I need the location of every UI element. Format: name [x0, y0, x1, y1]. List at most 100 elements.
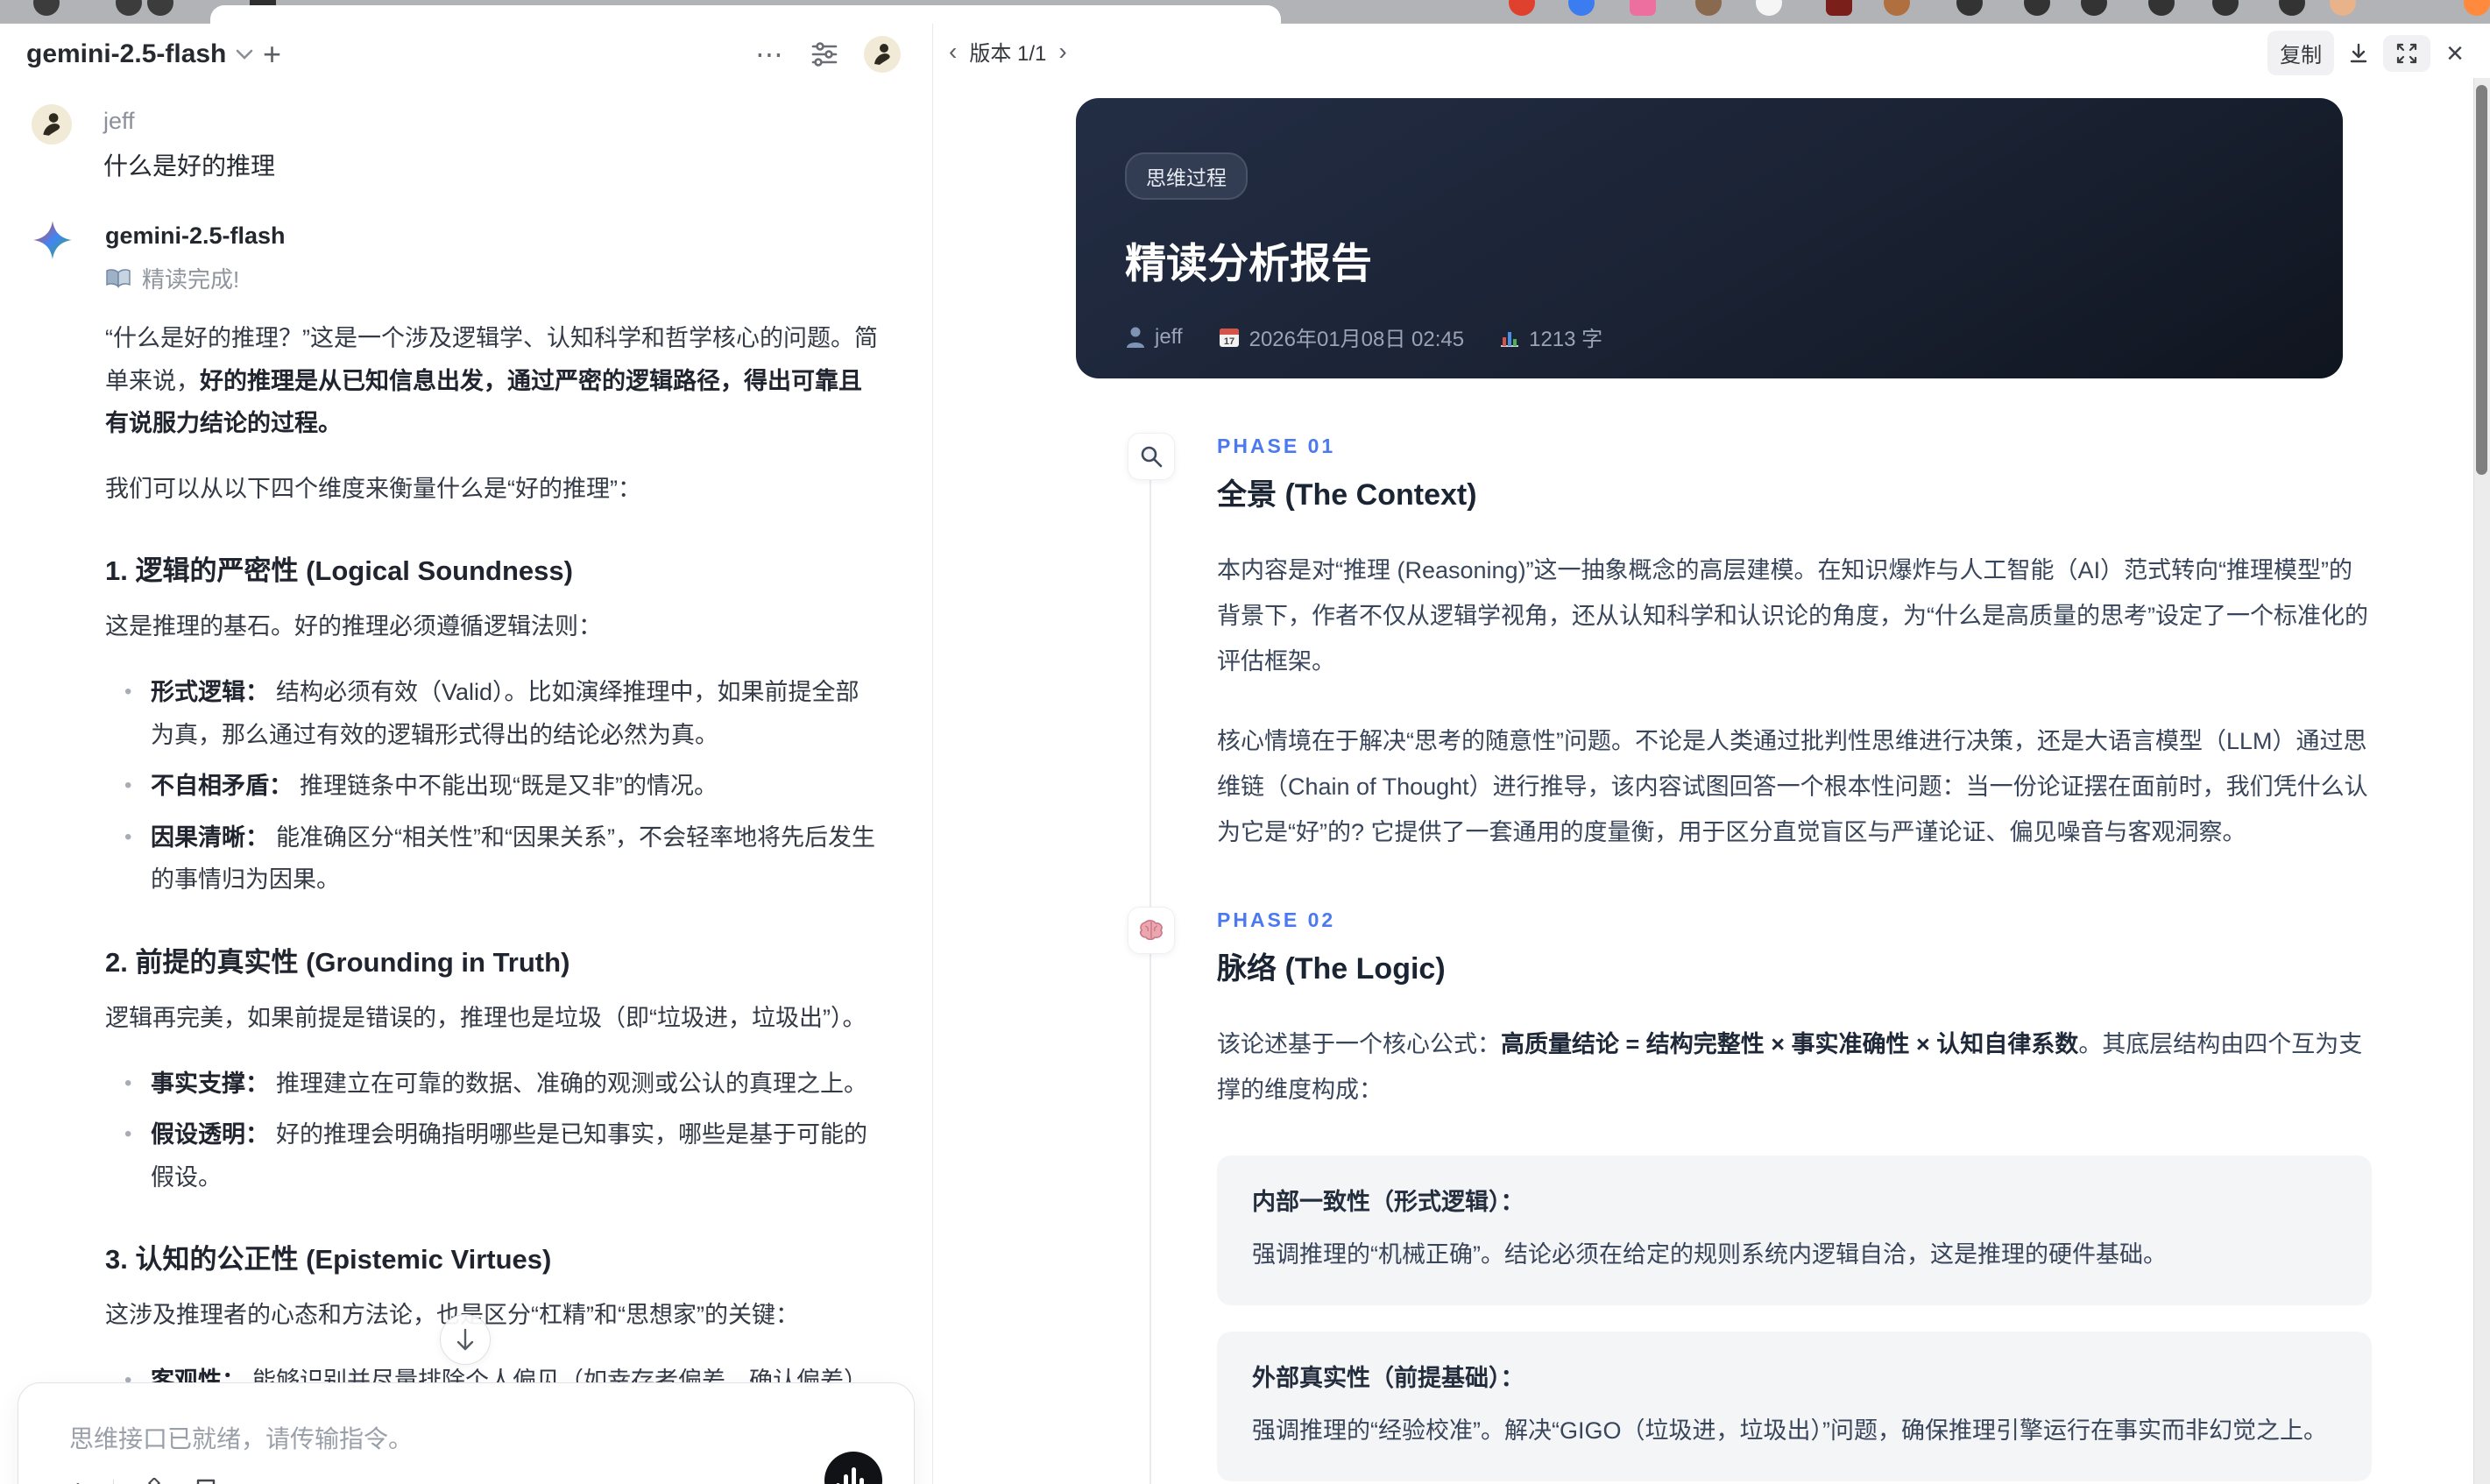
browser-strip	[0, 0, 2490, 24]
artifact-panel: ‹ 版本 1/1 › 复制 × 思维过程 精读分析报告 jeff 17 2026…	[933, 24, 2490, 1484]
extension-icon	[1630, 0, 1656, 16]
expand-icon[interactable]	[2383, 34, 2431, 72]
phase-label: PHASE 02	[1217, 908, 1336, 931]
close-button[interactable]: ×	[2443, 39, 2467, 68]
user-message: jeff 什么是好的推理	[32, 104, 881, 182]
extension-icon	[1756, 0, 1782, 16]
artifact-toolbar: ‹ 版本 1/1 › 复制 ×	[933, 24, 2490, 78]
user-avatar	[32, 104, 72, 145]
calendar-icon: 17	[1218, 326, 1241, 349]
extension-icon	[1568, 0, 1595, 16]
divider	[112, 1479, 114, 1484]
author-meta: jeff	[1125, 325, 1183, 350]
report-meta: jeff 17 2026年01月08日 02:45 1213 字	[1125, 322, 2294, 352]
logic-card: 外部真实性（前提基础）： 强调推理的“经验校准”。解决“GIGO（垃圾进，垃圾出…	[1217, 1331, 2372, 1481]
report-header-card: 思维过程 精读分析报告 jeff 17 2026年01月08日 02:45 12…	[1076, 98, 2343, 378]
phase-paragraph: 核心情境在于解决“思考的随意性”问题。不论是人类通过批判性思维进行决策，还是大语…	[1217, 728, 2368, 846]
report-title: 精读分析报告	[1125, 240, 1372, 286]
phase-paragraph: 本内容是对“推理 (Reasoning)”这一抽象概念的高层建模。在知识爆炸与人…	[1217, 557, 2368, 675]
assistant-name: gemini-2.5-flash	[105, 223, 286, 249]
user-name: jeff	[103, 108, 135, 134]
brain-icon	[1128, 906, 1175, 954]
extension-icon	[33, 0, 60, 16]
assistant-status: 精读完成!	[105, 262, 881, 294]
extension-icon	[2212, 0, 2239, 16]
gemini-star-icon	[32, 219, 74, 261]
tools-diamonds-button[interactable]	[140, 1477, 168, 1484]
model-name: gemini-2.5-flash	[26, 39, 227, 68]
scrollbar-thumb[interactable]	[2476, 85, 2487, 475]
chevron-down-icon	[235, 48, 254, 60]
extension-icon	[1956, 0, 1983, 16]
date-meta: 17 2026年01月08日 02:45	[1218, 322, 1464, 352]
extension-icon	[2081, 0, 2107, 16]
version-next-button[interactable]: ›	[1058, 38, 1066, 66]
section-heading: 1. 逻辑的严密性 (Logical Soundness)	[105, 555, 573, 587]
section-intro: 这涉及推理者的心态和方法论，也是区分“杠精”和“思想家”的关键：	[105, 1302, 799, 1329]
extension-icon	[1826, 0, 1852, 16]
new-chat-button[interactable]: +	[263, 36, 281, 73]
phase-title: 脉络 (The Logic)	[1217, 951, 1446, 986]
arrow-down-icon	[454, 1327, 477, 1352]
chat-panel: gemini-2.5-flash + ⋯ jeff 什么是好的推理 gemini…	[0, 24, 933, 1484]
phase-paragraph: 该论述基于一个核心公式：高质量结论 = 结构完整性 × 事实准确性 × 认知自律…	[1217, 1030, 2363, 1103]
download-icon[interactable]	[2346, 41, 2371, 66]
bar-chart-icon	[1499, 327, 1520, 348]
extension-icon	[2024, 0, 2050, 16]
assistant-paragraph: 我们可以从以下四个维度来衡量什么是“好的推理”：	[105, 475, 641, 502]
extension-icon	[147, 0, 173, 16]
version-label: 版本 1/1	[969, 42, 1047, 66]
scroll-to-bottom-button[interactable]	[440, 1314, 491, 1365]
settings-sliders-icon[interactable]	[810, 39, 839, 69]
user-avatar[interactable]	[864, 36, 901, 73]
logic-cards: 内部一致性（形式逻辑）： 强调推理的“机械正确”。结论必须在给定的规则系统内逻辑…	[1217, 1155, 2372, 1484]
magnifier-icon	[1128, 433, 1175, 480]
assistant-message: gemini-2.5-flash 精读完成! “什么是好的推理？”这是一个涉及逻…	[32, 219, 881, 1484]
phase-1-section: PHASE 01 全景 (The Context) 本内容是对“推理 (Reas…	[1128, 433, 2372, 968]
section-intro: 逻辑再完美，如果前提是错误的，推理也是垃圾（即“垃圾进，垃圾出”）。	[105, 1004, 867, 1031]
person-icon	[1125, 326, 1146, 349]
chat-header: gemini-2.5-flash + ⋯	[0, 24, 932, 83]
list-item: • 形式逻辑： 结构必须有效（Valid）。比如演绎推理中，如果前提全部为真，那么通…	[124, 678, 859, 748]
extension-icon	[2330, 0, 2356, 16]
composer-input[interactable]: 思维接口已就绪，请传输指令。	[69, 1420, 863, 1455]
list-item: • 不自相矛盾： 推理链条中不能出现“既是又非”的情况。	[124, 773, 718, 800]
phase-2-section: PHASE 02 脉络 (The Logic) 该论述基于一个核心公式：高质量结…	[1128, 906, 2372, 1484]
extension-icon	[116, 0, 142, 16]
version-prev-button[interactable]: ‹	[949, 38, 957, 66]
extension-icon	[2148, 0, 2175, 16]
more-options-button[interactable]: ⋯	[755, 38, 785, 71]
chat-scroll-area[interactable]: jeff 什么是好的推理 gemini-2.5-flash 精读完成! “什么是…	[0, 83, 932, 1484]
extension-icon	[2279, 0, 2305, 16]
list-item: • 假设透明： 好的推理会明确指明哪些是已知事实，哪些是基于可能的假设。	[124, 1121, 867, 1191]
user-message-text: 什么是好的推理	[103, 152, 276, 180]
assistant-paragraph: “什么是好的推理？”这是一个涉及逻辑学、认知科学和哲学核心的问题。简单来说，好的…	[105, 325, 878, 437]
logic-card: 内部一致性（形式逻辑）： 强调推理的“机械正确”。结论必须在给定的规则系统内逻辑…	[1217, 1155, 2372, 1305]
extension-icon	[1695, 0, 1722, 16]
extension-icon	[1509, 0, 1535, 16]
section-intro: 这是推理的基石。好的推理必须遵循逻辑法则：	[105, 613, 602, 640]
timeline-rail	[1150, 915, 1151, 1484]
report-scroll-area[interactable]: 思维过程 精读分析报告 jeff 17 2026年01月08日 02:45 12…	[933, 78, 2474, 1484]
list-item: • 事实支撑： 推理建立在可靠的数据、准确的观测或公认的真理之上。	[124, 1070, 867, 1097]
svg-text:17: 17	[1223, 336, 1234, 347]
screen: gemini-2.5-flash + ⋯ jeff 什么是好的推理 gemini…	[0, 0, 2490, 1484]
model-selector[interactable]: gemini-2.5-flash	[26, 39, 254, 69]
assistant-status-text: 精读完成!	[142, 266, 240, 293]
extension-icon	[1884, 0, 1910, 16]
section-heading: 3. 认知的公正性 (Epistemic Virtues)	[105, 1244, 552, 1276]
bookmark-button[interactable]	[195, 1478, 217, 1484]
extension-icon	[2464, 0, 2490, 16]
scrollbar-track[interactable]	[2473, 78, 2490, 1484]
open-book-icon	[105, 268, 131, 289]
section-heading: 2. 前提的真实性 (Grounding in Truth)	[105, 946, 570, 978]
word-count-meta: 1213 字	[1499, 322, 1602, 352]
copy-button[interactable]: 复制	[2267, 31, 2335, 75]
composer: 思维接口已就绪，请传输指令。 +	[18, 1382, 915, 1484]
browser-tab[interactable]	[210, 5, 1281, 24]
voice-input-button[interactable]	[824, 1452, 882, 1484]
report-badge: 思维过程	[1125, 152, 1248, 200]
phase-label: PHASE 01	[1217, 435, 1336, 457]
attach-plus-button[interactable]: +	[69, 1474, 87, 1484]
list-item: • 因果清晰： 能准确区分“相关性”和“因果关系”，不会轻率地将先后发生的事情归为因…	[124, 823, 875, 894]
